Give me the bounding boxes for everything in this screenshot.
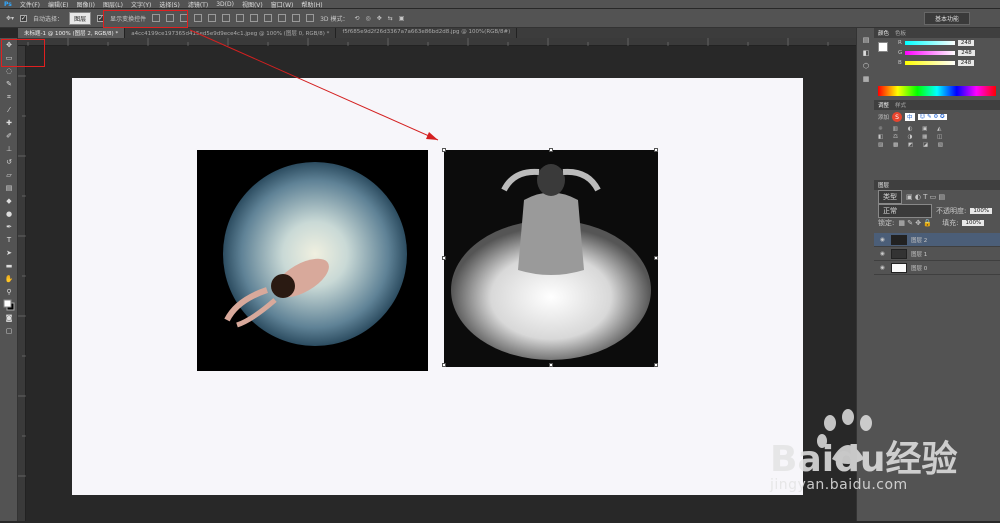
lock-icons[interactable]: ▦ ✎ ✥ 🔒 (898, 219, 932, 227)
lock-row: 锁定: ▦ ✎ ✥ 🔒 填充: 100% (878, 217, 996, 229)
annotation-box-move-tool (1, 39, 45, 67)
color-r-slider[interactable] (904, 41, 955, 45)
layers-filter-row: 类型 ▣ ◐ T ▭ ▤ (878, 190, 996, 204)
color-r-value[interactable]: 248 (957, 40, 975, 46)
adjustment-icons-row-3[interactable]: ▨ ▩ ◩ ◪ ▧ (878, 142, 996, 148)
color-b-row: B 248 (874, 58, 1000, 68)
lock-label: 锁定: (878, 219, 895, 227)
visibility-eye-icon[interactable]: ◉ (878, 265, 887, 271)
color-panel-tabs: 颜色 色板 (874, 28, 1000, 38)
layers-panel-tabs: 图层 (874, 180, 1000, 190)
3d-panel-icon[interactable]: ⬡ (859, 60, 873, 72)
baidu-paw-logo-icon: Baidu经验 (770, 409, 957, 480)
color-g-value[interactable]: 248 (958, 50, 975, 56)
add-adjustment-label: 添加 (878, 115, 890, 121)
baidu-watermark: Baidu经验 jingyan.baidu.com (770, 405, 960, 505)
blend-row: 正常 不透明度: 100% (878, 204, 996, 218)
visibility-eye-icon[interactable]: ◉ (878, 251, 887, 257)
layer-name[interactable]: 图层 0 (911, 264, 927, 272)
layer-thumbnail (891, 262, 907, 273)
color-b-value[interactable]: 248 (957, 60, 975, 66)
color-r-row: R 248 (874, 38, 1000, 48)
color-g-slider[interactable] (905, 51, 956, 55)
layers-panel: 类型 ▣ ◐ T ▭ ▤ 正常 不透明度: 100% 锁定: ▦ ✎ ✥ 🔒 填… (874, 190, 1000, 231)
tab-swatches[interactable]: 色板 (895, 29, 906, 37)
ime-badge[interactable]: S (892, 112, 903, 122)
layer-thumbnail (891, 248, 907, 259)
fill-label: 填充: (942, 219, 959, 227)
blend-mode-dropdown[interactable]: 正常 (878, 204, 932, 218)
layer-row-1[interactable]: ◉ 图层 1 (874, 247, 1000, 261)
layer-filter-dropdown[interactable]: 类型 (878, 190, 902, 204)
layer-thumbnail (891, 234, 907, 245)
adjustment-icons-row-1[interactable]: ☼ ▥ ◐ ▣ ◭ (878, 126, 996, 132)
color-panel: R 248 G 248 B 248 (874, 38, 1000, 84)
color-b-label: B (898, 60, 902, 66)
tab-layers[interactable]: 图层 (878, 181, 889, 189)
annotation-box-show-transform (103, 10, 188, 28)
visibility-eye-icon[interactable]: ◉ (878, 237, 887, 243)
color-g-row: G 248 (874, 48, 1000, 58)
ime-mode-label[interactable]: 中 (905, 113, 915, 121)
color-r-label: R (898, 40, 902, 46)
tab-color[interactable]: 颜色 (878, 29, 889, 37)
adjustments-panel: 添加 S 中 ☺ ✎ ⚙ ✪ ☼ ▥ ◐ ▣ ◭ ◧ ⚖ ◑ ▦ ◫ ▨ ▩ ◩… (874, 110, 1000, 156)
color-g-label: G (898, 50, 903, 56)
layer-name[interactable]: 图层 2 (911, 236, 927, 244)
color-spectrum[interactable] (878, 86, 996, 96)
opacity-input[interactable]: 100% (970, 208, 993, 214)
tab-adjustments[interactable]: 调整 (878, 101, 889, 109)
fill-input[interactable]: 100% (962, 220, 985, 226)
adjustment-icons-row-2[interactable]: ◧ ⚖ ◑ ▦ ◫ (878, 134, 996, 140)
layer-row-2[interactable]: ◉ 图层 2 (874, 233, 1000, 247)
layers-list: ◉ 图层 2 ◉ 图层 1 ◉ 图层 0 (874, 233, 1000, 275)
layer-filter-icons[interactable]: ▣ ◐ T ▭ ▤ (906, 193, 945, 201)
color-b-slider[interactable] (904, 61, 955, 65)
ime-toolbar-icons[interactable]: ☺ ✎ ⚙ ✪ (917, 114, 947, 120)
layer-name[interactable]: 图层 1 (911, 250, 927, 258)
properties-panel-icon[interactable]: ◧ (859, 47, 873, 59)
baidu-wordmark: Baidu经验 (770, 439, 957, 475)
tab-styles[interactable]: 样式 (895, 101, 906, 109)
foreground-color-swatch[interactable] (878, 42, 888, 52)
adjustments-panel-tabs: 调整 样式 (874, 100, 1000, 110)
channels-panel-icon[interactable]: ▦ (859, 73, 873, 85)
layer-row-0[interactable]: ◉ 图层 0 (874, 261, 1000, 275)
history-panel-icon[interactable]: ▤ (859, 34, 873, 46)
opacity-label: 不透明度: (936, 207, 967, 215)
baidu-url: jingyan.baidu.com (770, 477, 908, 493)
